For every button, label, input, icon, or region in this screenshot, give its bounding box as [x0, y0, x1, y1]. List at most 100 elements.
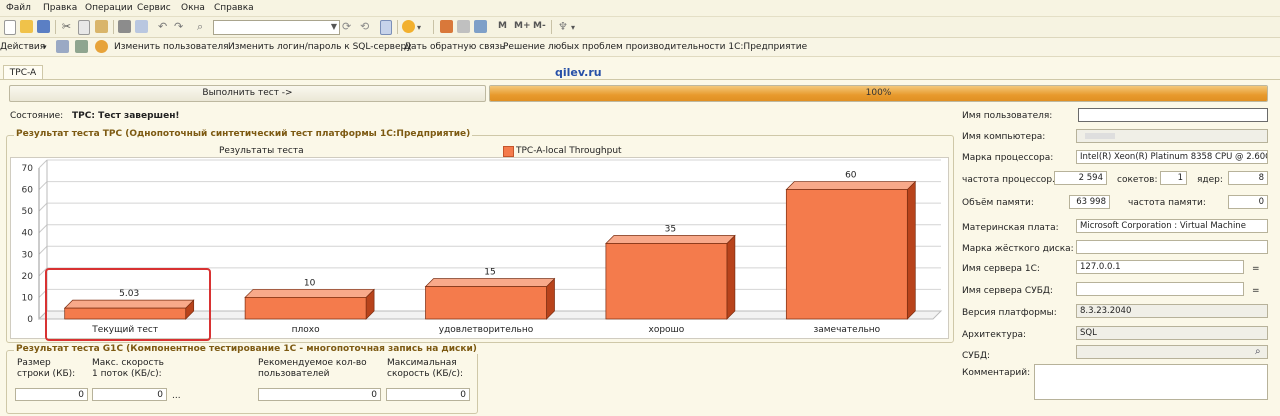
bar-value-label: 15 — [484, 268, 495, 278]
sockets-label: сокетов: — [1117, 175, 1158, 185]
paste-icon[interactable] — [95, 20, 108, 33]
toolbar-separator — [113, 20, 114, 34]
dbms-server-field[interactable] — [1076, 282, 1244, 296]
architecture-field[interactable]: SQL — [1076, 326, 1268, 340]
menu-operations[interactable]: Операции — [85, 3, 133, 13]
server-1c-field[interactable]: 127.0.0.1 — [1076, 260, 1244, 274]
legend-label: TPC-A-local Throughput — [516, 146, 622, 156]
g1c-recommended-users-field[interactable]: 0 — [258, 388, 381, 401]
cut-icon[interactable]: ✂ — [60, 20, 73, 33]
sockets-field[interactable]: 1 — [1160, 171, 1187, 185]
chart-title: Результаты теста — [219, 146, 304, 156]
performance-help-link[interactable]: Решение любых проблем производительности… — [503, 42, 807, 52]
memory-mplus-icon[interactable]: M+ — [514, 21, 531, 31]
chevron-down-icon[interactable]: ▾ — [417, 20, 430, 33]
memory-freq-label: частота памяти: — [1128, 198, 1206, 208]
change-sql-login-link[interactable]: Изменить логин/пароль к SQL-серверу — [228, 42, 412, 52]
run-test-button[interactable]: Выполнить тест -> — [9, 85, 486, 102]
preview-icon[interactable] — [135, 20, 148, 33]
g1c-row-size-label: Размер строки (КБ): — [17, 358, 76, 379]
platform-label: Версия платформы: — [962, 308, 1057, 318]
site-watermark: qilev.ru — [555, 66, 602, 79]
g1c-row-size-field[interactable]: 0 — [15, 388, 88, 401]
state-label: Состояние: — [10, 111, 64, 121]
open-folder-icon[interactable] — [20, 20, 33, 33]
search-icon[interactable]: ⌕ — [1255, 346, 1261, 357]
y-tick-label: 50 — [22, 207, 34, 217]
gridline-depth — [38, 224, 48, 234]
dbms-server-eq[interactable]: = — [1252, 286, 1260, 296]
user-field[interactable] — [1078, 108, 1268, 122]
motherboard-field[interactable]: Microsoft Corporation : Virtual Machine — [1076, 219, 1268, 233]
windows-icon[interactable] — [380, 20, 392, 35]
g1c-recommended-users-label: Рекомендуемое кол-во пользователей — [258, 358, 367, 379]
disk-field[interactable] — [1076, 240, 1268, 254]
copy-icon[interactable] — [78, 20, 90, 35]
memory-field[interactable]: 63 998 — [1069, 195, 1110, 209]
actions-menu[interactable]: Действия — [0, 42, 45, 52]
cpu-freq-field[interactable]: 2 594 — [1054, 171, 1107, 185]
cpu-field[interactable]: Intel(R) Xeon(R) Platinum 8358 CPU @ 2.6… — [1076, 150, 1268, 164]
dbms-field[interactable] — [1076, 345, 1268, 359]
server-1c-eq[interactable]: = — [1252, 264, 1260, 274]
category-label: плохо — [292, 325, 320, 335]
gridline-depth — [38, 245, 48, 255]
bar — [785, 189, 908, 320]
memory-mminus-icon[interactable]: M- — [533, 21, 546, 31]
cores-field[interactable]: 8 — [1228, 171, 1268, 185]
calculator-icon[interactable] — [440, 20, 453, 33]
y-tick-label: 60 — [22, 186, 34, 196]
tools-icon[interactable]: ♆ — [558, 20, 571, 33]
dbms-server-label: Имя сервера СУБД: — [962, 286, 1053, 296]
bar — [425, 286, 547, 320]
computer-field[interactable] — [1076, 129, 1268, 143]
users-icon[interactable] — [474, 20, 487, 33]
info-icon[interactable] — [402, 20, 415, 33]
progress-label: 100% — [865, 88, 892, 98]
menu-help[interactable]: Справка — [214, 3, 254, 13]
memory-label: Объём памяти: — [962, 198, 1034, 208]
bar-top — [785, 181, 917, 190]
y-tick-label: 30 — [22, 250, 34, 260]
search-combo[interactable]: ▼ — [213, 20, 340, 35]
key-icon[interactable] — [75, 40, 88, 53]
menu-edit[interactable]: Правка — [43, 3, 77, 13]
user-icon[interactable] — [56, 40, 69, 53]
feedback-link[interactable]: Дать обратную связь — [404, 42, 505, 52]
computer-name-redacted — [1085, 133, 1115, 139]
g1c-max-speed-field[interactable]: 0 — [386, 388, 470, 401]
memory-freq-field[interactable]: 0 — [1228, 195, 1268, 209]
save-icon[interactable] — [37, 20, 50, 33]
calendar-icon[interactable] — [457, 20, 470, 33]
search-icon[interactable]: ⌕ — [197, 20, 210, 33]
help-icon[interactable] — [95, 40, 108, 53]
motherboard-label: Материнская плата: — [962, 223, 1059, 233]
find-next-icon[interactable]: ⟳ — [342, 20, 355, 33]
chevron-down-icon[interactable]: ▾ — [43, 43, 47, 51]
redo-icon[interactable]: ↷ — [174, 20, 187, 33]
memory-m-icon[interactable]: M — [498, 21, 507, 31]
toolbar-separator — [433, 20, 434, 34]
gridline-depth — [38, 181, 48, 190]
find-prev-icon[interactable]: ⟲ — [360, 20, 373, 33]
category-label: удовлетворительно — [439, 325, 534, 335]
undo-icon[interactable]: ↶ — [158, 20, 171, 33]
change-user-link[interactable]: Изменить пользователя — [114, 42, 229, 52]
tab-tpc-a[interactable]: TPC-A — [3, 65, 43, 80]
bar-side — [726, 234, 736, 320]
cpu-freq-label: частота процессор... — [962, 175, 1061, 185]
platform-field[interactable]: 8.3.23.2040 — [1076, 304, 1268, 318]
g1c-max-speed-1-label: Макс. скорость 1 поток (КБ/с): — [92, 358, 164, 379]
chevron-down-icon[interactable]: ▾ — [571, 20, 584, 33]
print-icon[interactable] — [118, 20, 131, 33]
menu-service[interactable]: Сервис — [137, 3, 171, 13]
menu-windows[interactable]: Окна — [181, 3, 205, 13]
menu-file[interactable]: Файл — [6, 3, 31, 13]
server-1c-label: Имя сервера 1С: — [962, 264, 1040, 274]
chevron-down-icon[interactable]: ▼ — [331, 22, 337, 31]
new-document-icon[interactable] — [4, 20, 16, 35]
y-tick-label: 70 — [22, 164, 34, 174]
menu-bar: Файл Правка Операции Сервис Окна Справка — [0, 0, 1280, 17]
comment-field[interactable] — [1034, 364, 1268, 400]
g1c-max-speed-1-field[interactable]: 0 — [92, 388, 167, 401]
